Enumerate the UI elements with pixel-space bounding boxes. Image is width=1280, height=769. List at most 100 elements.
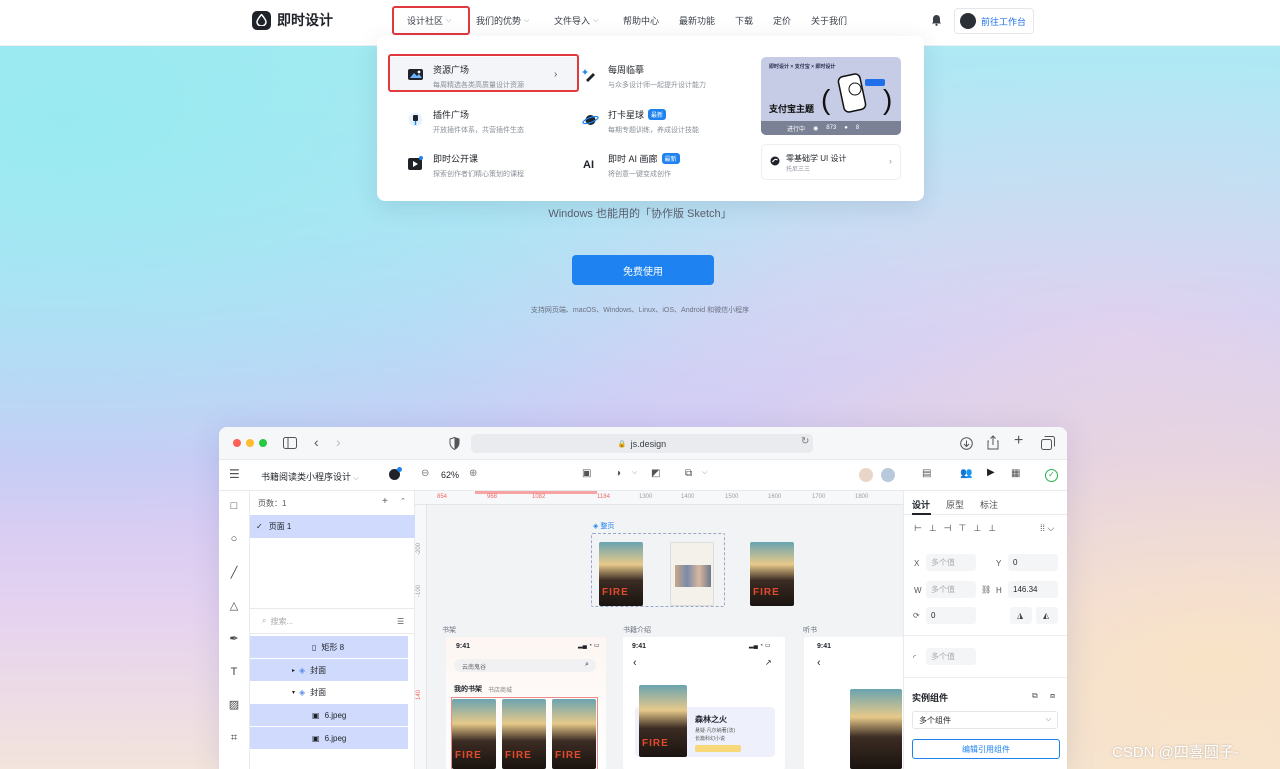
menu-item-checkin-planet[interactable]: 打卡星球 最新 每期专题训练，养成设计技能 <box>582 108 699 135</box>
design-canvas[interactable]: 854 968 1082 1184 1300 1400 1500 1600 17… <box>415 491 903 769</box>
tab-annotation[interactable]: 标注 <box>980 498 998 511</box>
nav-pricing[interactable]: 定价 <box>773 14 791 27</box>
tabs-overview-icon[interactable] <box>1041 436 1055 450</box>
nav-whats-new[interactable]: 最新功能 <box>679 14 715 27</box>
edit-referenced-component-button[interactable]: 编辑引用组件 <box>912 739 1060 759</box>
align-tools[interactable]: ⊢⊥⊣⊤⊥⊥ <box>914 523 1003 534</box>
h-input[interactable]: 146.34 <box>1008 581 1058 598</box>
add-page-icon[interactable]: + <box>382 496 388 507</box>
briefcase-icon[interactable]: ▤ <box>922 468 931 479</box>
layer-search-input[interactable]: ⌕ 搜索... ☰ <box>250 608 415 634</box>
address-bar[interactable]: 🔒 js.design <box>471 434 813 453</box>
nav-about[interactable]: 关于我们 <box>811 14 847 27</box>
menu-item-ai-gallery[interactable]: AI 即时 AI 画廊 最新 将创意一键变成创作 <box>582 152 680 179</box>
chevron-down-icon[interactable]: ⌵ <box>632 469 637 477</box>
rotation-input[interactable]: 0 <box>926 607 976 624</box>
layout-icon[interactable]: ▦ <box>1011 468 1020 479</box>
book-cover-image[interactable]: FIRE <box>639 685 687 757</box>
go-to-main-icon[interactable]: ⧈ <box>1050 691 1055 701</box>
y-input[interactable]: 0 <box>1008 554 1058 571</box>
x-input[interactable]: 多个值 <box>926 554 976 571</box>
menu-item-plugin-square[interactable]: 插件广场 开放插件体系，共营插件生态 <box>407 108 524 135</box>
line-tool-icon[interactable]: ╱ <box>227 566 241 580</box>
share-icon[interactable] <box>987 435 999 450</box>
nav-download[interactable]: 下载 <box>735 14 753 27</box>
nav-file-import[interactable]: 文件导入 ⌵ <box>554 14 598 27</box>
free-use-button[interactable]: 免费使用 <box>572 255 714 285</box>
users-icon[interactable]: 👥 <box>960 468 972 479</box>
shield-icon[interactable] <box>449 437 460 450</box>
play-icon[interactable]: ▶ <box>987 467 995 478</box>
close-dot-icon[interactable] <box>233 439 241 447</box>
maximize-dot-icon[interactable] <box>259 439 267 447</box>
forward-icon[interactable]: › <box>336 434 341 450</box>
layer-row[interactable]: ▾ ◈ 封面 <box>250 681 408 703</box>
collapse-icon[interactable]: ⌃ <box>400 497 406 505</box>
crop-frame-icon[interactable]: ▣ <box>582 468 591 479</box>
book-search-input[interactable]: 云南鬼谷 ⌕ <box>454 659 596 672</box>
back-icon[interactable]: ‹ <box>817 657 821 669</box>
component-icon[interactable]: ⧉ <box>685 468 692 479</box>
pen-tool-icon[interactable]: ✒ <box>227 632 241 646</box>
crop-tool-icon[interactable]: ⌗ <box>227 731 241 745</box>
zoom-in-icon[interactable]: ⊕ <box>469 468 477 479</box>
chevron-down-icon[interactable]: ⌵ <box>702 469 707 477</box>
layer-row[interactable]: ▸ ◈ 封面 <box>250 659 408 681</box>
nav-advantages[interactable]: 我们的优势 ⌵ <box>476 14 529 27</box>
zoom-out-icon[interactable]: ⊖ <box>421 468 429 479</box>
book-cover-image[interactable] <box>850 689 902 769</box>
sync-check-icon[interactable]: ✓ <box>1045 469 1058 482</box>
text-tool-icon[interactable]: T <box>227 665 241 679</box>
file-name[interactable]: 书籍阅读类小程序设计 ⌵ <box>261 470 359 483</box>
image-tool-icon[interactable]: ▨ <box>227 698 241 712</box>
bell-icon[interactable] <box>931 14 942 26</box>
component-select[interactable]: 多个组件 ⌵ <box>912 711 1058 729</box>
book-intro-frame[interactable]: 9:41 ▂▄ ◔ ▭ ‹ ↗ FIRE 森林之火 悬疑·凡尔纳著(法) 长篇科… <box>623 637 785 769</box>
corner-radius-input[interactable]: 多个值 <box>926 648 976 665</box>
course-card[interactable]: 零基础学 UI 设计 托尼三三 › <box>761 144 901 180</box>
ellipse-tool-icon[interactable]: ○ <box>227 532 241 546</box>
tab-bookstore[interactable]: 书店商城 <box>488 685 512 694</box>
page-item[interactable]: ✓ 页面 1 <box>250 515 415 538</box>
bookshelf-frame[interactable]: 9:41 ▂▄ ◔ ▭ 云南鬼谷 ⌕ 我的书架 书店商城 FIRE FIRE F… <box>446 637 606 769</box>
download-icon[interactable] <box>960 437 973 450</box>
zoom-level[interactable]: 62% <box>441 470 459 480</box>
reload-icon[interactable]: ↻ <box>801 436 809 447</box>
filter-icon[interactable]: ☰ <box>397 617 404 626</box>
flip-vertical-icon[interactable]: ◭ <box>1036 607 1058 624</box>
frame-tool-icon[interactable]: □ <box>227 499 241 513</box>
menu-item-open-course[interactable]: 即时公开课 探索创作者们精心策划的课程 <box>407 152 524 179</box>
flip-horizontal-icon[interactable]: ◮ <box>1010 607 1032 624</box>
menu-icon[interactable]: ☰ <box>229 467 240 481</box>
distribute-icon[interactable]: ⁞⁞ ⌵ <box>1040 523 1054 534</box>
tab-design[interactable]: 设计 <box>912 498 930 511</box>
layer-row[interactable]: ▣ 6.jpeg <box>250 704 408 726</box>
layer-row[interactable]: ▯ 矩形 8 <box>250 636 408 658</box>
book-cover-image[interactable]: FIRE <box>599 542 643 606</box>
promo-card[interactable]: 即时设计 × 支付宝 × 即时设计 ( ) 支付宝主题 进行中 ◉ 873 ● 8 <box>761 57 901 135</box>
tab-prototype[interactable]: 原型 <box>946 498 964 511</box>
mask-icon[interactable]: ◩ <box>651 468 660 479</box>
tab-my-shelf[interactable]: 我的书架 <box>454 684 482 694</box>
layer-row[interactable]: ▣ 6.jpeg <box>250 727 408 749</box>
collaborator-avatar[interactable] <box>881 468 895 482</box>
minimize-dot-icon[interactable] <box>246 439 254 447</box>
listen-frame[interactable]: 9:41 ‹ <box>804 637 903 769</box>
share-icon[interactable]: ↗ <box>765 658 772 667</box>
nav-help-center[interactable]: 帮助中心 <box>623 14 659 27</box>
link-ratio-icon[interactable]: ⛓ <box>981 585 991 594</box>
collaborator-avatar[interactable] <box>859 468 873 482</box>
back-icon[interactable]: ‹ <box>633 657 637 669</box>
menu-item-weekly-copy[interactable]: 每周临摹 与众多设计师一起提升设计能力 <box>582 63 706 90</box>
w-input[interactable]: 多个值 <box>926 581 976 598</box>
sidebar-toggle-icon[interactable] <box>283 437 297 449</box>
detach-icon[interactable]: ⧉ <box>1032 691 1038 701</box>
book-cover-image[interactable] <box>670 542 714 606</box>
polygon-tool-icon[interactable]: △ <box>227 599 241 613</box>
book-cover-image[interactable]: FIRE <box>750 542 794 606</box>
back-icon[interactable]: ‹ <box>314 434 319 450</box>
boolean-icon[interactable]: ◑ <box>615 468 621 479</box>
logo[interactable]: 即时设计 <box>252 10 333 30</box>
go-to-workspace-button[interactable]: 前往工作台 <box>954 8 1034 34</box>
new-tab-icon[interactable]: + <box>1014 432 1023 450</box>
